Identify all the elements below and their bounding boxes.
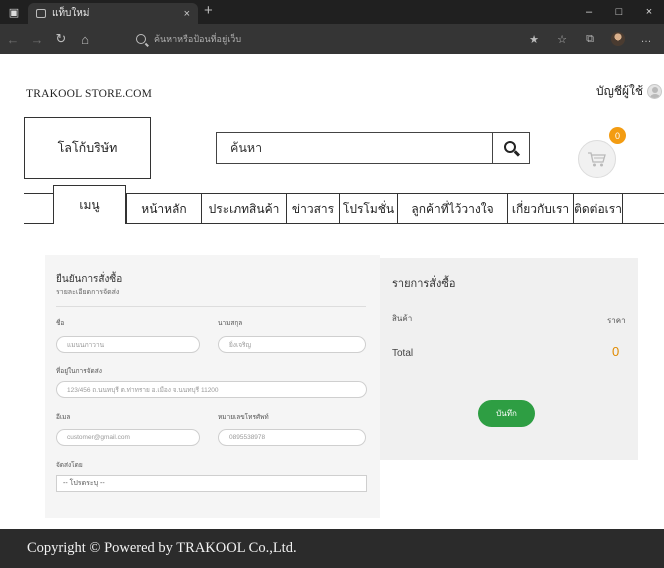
browser-toolbar: ← → ↻ ⌂ ค้นหาหรือป้อนที่อยู่เว็บ ★ ☆ ⧉ … — [0, 24, 664, 54]
form-divider — [56, 306, 366, 307]
first-name-label: ชื่อ — [56, 320, 65, 327]
site-name: TRAKOOL STORE.COM — [26, 88, 153, 100]
last-name-value: ยิ่งเจริญ — [229, 341, 252, 349]
address-label: ที่อยู่ในการจัดส่ง — [56, 368, 102, 375]
phone-placeholder: 0895538978 — [229, 434, 266, 441]
address-value: 123/456 ถ.นนทบุรี ต.ท่าทราย อ.เมือง จ.นน… — [67, 386, 219, 394]
order-form-subtitle: รายละเอียดการจัดส่ง — [56, 289, 120, 296]
site-search: ค้นหา — [216, 132, 530, 164]
window-menu-icon[interactable]: ▣ — [0, 0, 28, 24]
search-button[interactable] — [492, 133, 529, 163]
first-name-field[interactable]: แมนนภาวาน — [56, 336, 200, 353]
tab-close-icon[interactable]: × — [184, 8, 190, 20]
product-column-header: สินค้า — [392, 314, 413, 323]
tab-title: แท็บใหม่ — [52, 8, 90, 19]
favorites-icon[interactable]: ☆ — [548, 33, 576, 46]
copyright-text: Copyright © Powered by TRAKOOL Co.,Ltd. — [27, 540, 297, 556]
browser-titlebar: ▣ แท็บใหม่ × + – □ × — [0, 0, 664, 24]
menu-item-categories[interactable]: ประเภทสินค้า — [201, 194, 286, 224]
address-field[interactable]: 123/456 ถ.นนทบุรี ต.ท่าทราย อ.เมือง จ.นน… — [56, 381, 367, 398]
price-column-header: ราคา — [607, 316, 626, 325]
phone-field[interactable]: 0895538978 — [218, 429, 366, 446]
company-logo[interactable]: โลโก้บริษัท — [24, 117, 151, 179]
last-name-field[interactable]: ยิ่งเจริญ — [218, 336, 366, 353]
window-controls: – □ × — [574, 0, 664, 24]
first-name-value: แมนนภาวาน — [67, 341, 105, 349]
user-avatar-icon — [647, 84, 663, 99]
tab-page-icon — [36, 9, 46, 18]
home-icon[interactable]: ⌂ — [74, 27, 96, 51]
total-label: Total — [392, 348, 414, 359]
email-label: อีเมล — [56, 414, 71, 421]
more-icon[interactable]: … — [632, 33, 660, 45]
menu-item-menu[interactable]: เมนู — [53, 185, 126, 224]
email-placeholder: customer@gmail.com — [67, 434, 130, 441]
menu-item-contact[interactable]: ติดต่อเรา — [573, 194, 623, 224]
email-field[interactable]: customer@gmail.com — [56, 429, 200, 446]
cart-button[interactable] — [578, 140, 616, 178]
minimize-button[interactable]: – — [574, 0, 604, 24]
forward-arrow-icon[interactable]: → — [26, 27, 48, 51]
menu-item-home[interactable]: หน้าหลัก — [126, 194, 201, 224]
profile-avatar[interactable] — [611, 32, 625, 46]
maximize-button[interactable]: □ — [604, 0, 634, 24]
address-bar[interactable]: ค้นหาหรือป้อนที่อยู่เว็บ — [132, 28, 562, 50]
new-tab-button[interactable]: + — [204, 2, 213, 19]
account-link[interactable]: บัญชีผู้ใช้ — [596, 82, 663, 101]
refresh-icon[interactable]: ↻ — [50, 27, 72, 51]
search-icon — [136, 34, 146, 44]
search-placeholder: ค้นหา — [230, 141, 263, 155]
menu-item-trusted-customers[interactable]: ลูกค้าที่ไว้วางใจ — [397, 194, 507, 224]
delivery-selected-value: -- โปรดระบุ -- — [63, 480, 105, 487]
menu-item-news[interactable]: ข่าวสาร — [286, 194, 339, 224]
save-button[interactable]: บันทึก — [478, 400, 535, 427]
search-icon — [504, 141, 516, 153]
menu-item-promotions[interactable]: โปรโมชั่น — [339, 194, 397, 224]
back-arrow-icon[interactable]: ← — [2, 27, 24, 51]
browser-tab[interactable]: แท็บใหม่ × — [28, 3, 198, 24]
order-form-title: ยืนยันการสั่งซื้อ — [56, 274, 123, 285]
search-input[interactable]: ค้นหา — [217, 133, 492, 163]
order-summary-title: รายการสั่งซื้อ — [392, 278, 456, 290]
delivery-label: จัดส่งโดย — [56, 462, 83, 469]
delivery-select[interactable]: -- โปรดระบุ -- — [56, 475, 367, 492]
close-window-button[interactable]: × — [634, 0, 664, 24]
logo-placeholder: โลโก้บริษัท — [57, 141, 118, 155]
phone-label: หมายเลขโทรศัพท์ — [218, 414, 269, 421]
cart-count-badge: 0 — [609, 127, 626, 144]
collections-icon[interactable]: ⧉ — [576, 33, 604, 46]
toolbar-actions: ★ ☆ ⧉ … — [520, 24, 660, 54]
site-footer: Copyright © Powered by TRAKOOL Co.,Ltd. — [0, 529, 664, 568]
main-menu: เมนู หน้าหลัก ประเภทสินค้า ข่าวสาร โปรโม… — [24, 185, 664, 224]
shopping-cart-icon — [588, 151, 606, 166]
read-aloud-icon[interactable]: ★ — [520, 33, 548, 46]
account-label: บัญชีผู้ใช้ — [596, 84, 644, 98]
last-name-label: นามสกุล — [218, 320, 243, 327]
total-value: 0 — [612, 344, 620, 359]
address-placeholder: ค้นหาหรือป้อนที่อยู่เว็บ — [154, 34, 242, 44]
menu-item-about[interactable]: เกี่ยวกับเรา — [507, 194, 573, 224]
